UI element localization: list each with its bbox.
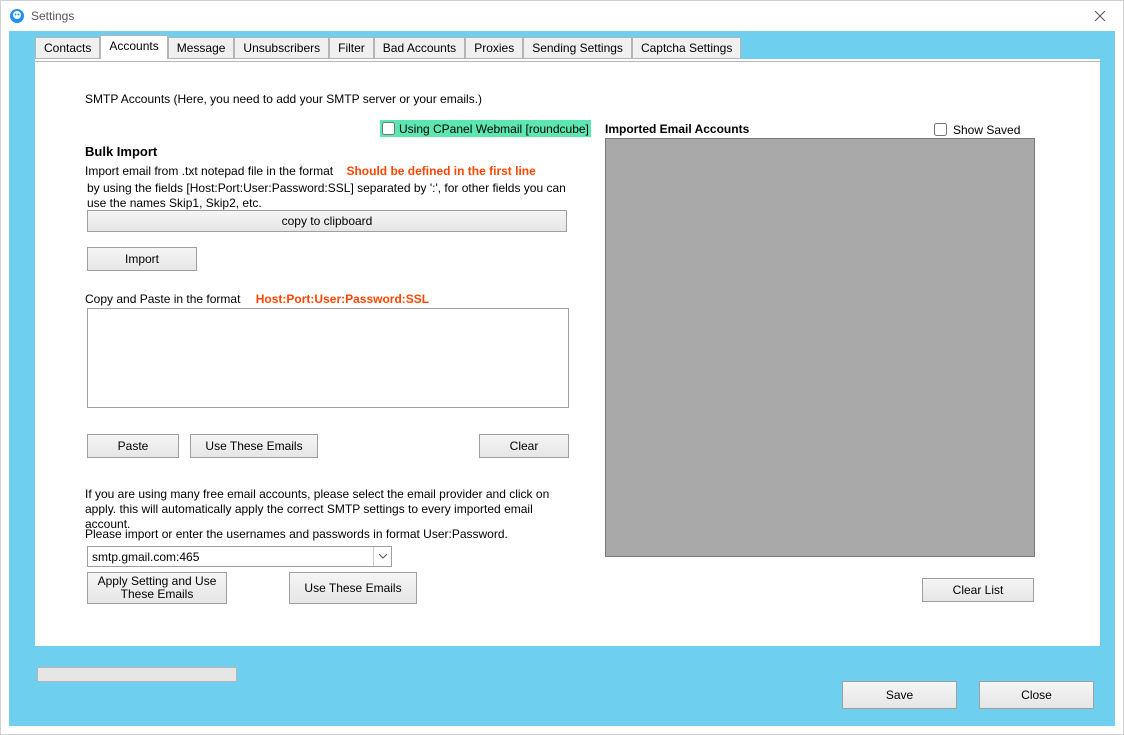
bulk-import-heading: Bulk Import <box>85 144 157 159</box>
chevron-down-icon <box>373 547 391 566</box>
import-format-text: Import email from .txt notepad file in t… <box>85 164 333 178</box>
tab-accounts[interactable]: Accounts <box>100 35 167 59</box>
client-area: Contacts Accounts Message Unsubscribers … <box>9 31 1115 726</box>
show-saved-checkbox-wrap[interactable]: Show Saved <box>930 120 1020 139</box>
paste-format-line: Copy and Paste in the format Host:Port:U… <box>85 292 429 306</box>
cpanel-webmail-label: Using CPanel Webmail [roundcube] <box>399 122 589 136</box>
progress-bar <box>37 667 237 682</box>
close-icon <box>1095 11 1105 21</box>
window-title: Settings <box>31 9 74 23</box>
show-saved-label: Show Saved <box>953 123 1020 137</box>
import-format-warning: Should be defined in the first line <box>346 164 535 178</box>
smtp-provider-selected: smtp.gmail.com:465 <box>92 550 199 564</box>
copy-to-clipboard-button[interactable]: copy to clipboard <box>87 210 567 232</box>
paste-format-text: Copy and Paste in the format <box>85 292 240 306</box>
tab-filter[interactable]: Filter <box>329 37 374 59</box>
imported-accounts-listbox[interactable] <box>605 138 1035 557</box>
tab-message[interactable]: Message <box>168 37 235 59</box>
titlebar-left: Settings <box>9 8 74 24</box>
tab-unsubscribers[interactable]: Unsubscribers <box>234 37 329 59</box>
paste-button[interactable]: Paste <box>87 434 179 458</box>
smtp-provider-combobox[interactable]: smtp.gmail.com:465 <box>87 546 392 567</box>
use-these-emails-button-2[interactable]: Use These Emails <box>289 572 417 604</box>
window-close-button[interactable] <box>1077 1 1123 31</box>
app-icon <box>9 8 25 24</box>
use-these-emails-button-1[interactable]: Use These Emails <box>190 434 318 458</box>
close-button[interactable]: Close <box>979 681 1094 709</box>
settings-window: Settings Contacts Accounts Message Unsub… <box>0 0 1124 735</box>
clear-button[interactable]: Clear <box>479 434 569 458</box>
main-panel: Contacts Accounts Message Unsubscribers … <box>35 59 1100 646</box>
clear-list-button[interactable]: Clear List <box>922 578 1034 602</box>
cpanel-webmail-checkbox-wrap[interactable]: Using CPanel Webmail [roundcube] <box>380 120 591 137</box>
many-accounts-note: If you are using many free email account… <box>85 487 575 532</box>
tab-content: SMTP Accounts (Here, you need to add you… <box>35 61 1100 646</box>
save-button[interactable]: Save <box>842 681 957 709</box>
userpass-format-note: Please import or enter the usernames and… <box>85 527 508 541</box>
cpanel-webmail-checkbox[interactable] <box>382 122 395 135</box>
apply-setting-button[interactable]: Apply Setting and Use These Emails <box>87 572 227 604</box>
import-button[interactable]: Import <box>87 247 197 271</box>
imported-accounts-heading: Imported Email Accounts <box>605 122 749 136</box>
paste-format-spec: Host:Port:User:Password:SSL <box>256 292 429 306</box>
smtp-accounts-note: SMTP Accounts (Here, you need to add you… <box>85 92 482 106</box>
paste-textarea[interactable] <box>87 308 569 408</box>
tabstrip: Contacts Accounts Message Unsubscribers … <box>35 37 741 59</box>
show-saved-checkbox[interactable] <box>934 123 947 136</box>
tab-captcha-settings[interactable]: Captcha Settings <box>632 37 741 59</box>
tab-bad-accounts[interactable]: Bad Accounts <box>374 37 465 59</box>
import-format-line: Import email from .txt notepad file in t… <box>85 164 536 178</box>
tab-proxies[interactable]: Proxies <box>465 37 523 59</box>
titlebar: Settings <box>1 1 1123 31</box>
fields-note: by using the fields [Host:Port:User:Pass… <box>87 181 567 211</box>
tab-contacts[interactable]: Contacts <box>35 37 100 59</box>
tab-sending-settings[interactable]: Sending Settings <box>523 37 632 59</box>
